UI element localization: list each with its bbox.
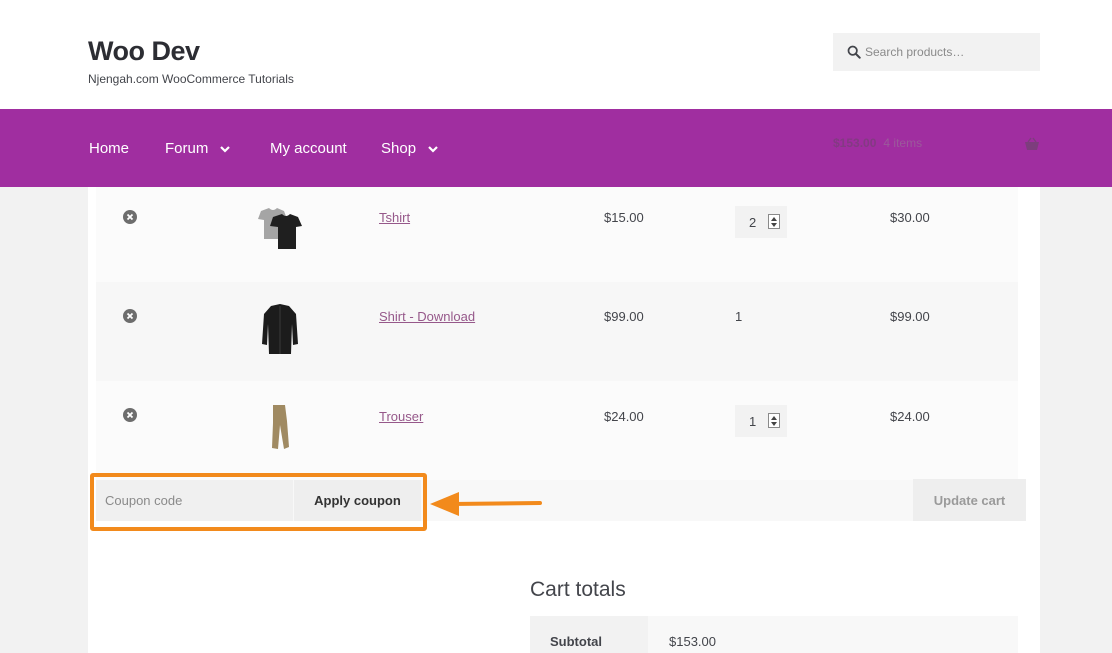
product-price: $15.00	[604, 210, 644, 225]
nav-item-label: Forum	[165, 140, 209, 157]
mini-cart-count: 4 items	[883, 136, 923, 150]
remove-item-icon[interactable]	[123, 309, 137, 323]
remove-item-icon[interactable]	[123, 408, 137, 422]
cart-totals-heading: Cart totals	[530, 578, 626, 601]
site-title[interactable]: Woo Dev	[88, 36, 200, 67]
basket-icon[interactable]	[1024, 137, 1040, 151]
remove-item-icon[interactable]	[123, 210, 137, 224]
nav-item-label: My account	[270, 140, 347, 157]
nav-item-home[interactable]: Home	[89, 140, 129, 157]
mini-cart-amount: $153.00	[833, 136, 877, 150]
quantity-spin-icon[interactable]	[768, 214, 780, 229]
primary-navigation: Home Forum My account Shop $153.00 4 ite…	[0, 109, 1112, 187]
trouser-thumbnail[interactable]	[251, 401, 309, 459]
product-link[interactable]: Tshirt	[379, 210, 410, 225]
mini-cart[interactable]: $153.00 4 items	[833, 136, 922, 150]
nav-item-label: Home	[89, 140, 130, 157]
quantity-value: 1	[735, 309, 743, 324]
cart-item-row: Tshirt $15.00 2 $30.00	[96, 187, 1018, 286]
nav-item-my-account[interactable]: My account	[270, 140, 347, 157]
subtotal-value: $153.00	[669, 634, 716, 649]
update-cart-label: Update cart	[933, 493, 1006, 508]
shirt-thumbnail[interactable]	[251, 302, 309, 360]
product-price: $99.00	[604, 309, 644, 324]
site-description: Njengah.com WooCommerce Tutorials	[88, 72, 294, 86]
cart-content: Tshirt $15.00 2 $30.00 Shirt - Download …	[88, 187, 1040, 653]
quantity-stepper[interactable]: 2	[735, 206, 787, 238]
cart-item-row: Trouser $24.00 1 $24.00	[96, 381, 1018, 480]
chevron-down-icon[interactable]	[220, 144, 231, 154]
search-input[interactable]: Search products…	[833, 33, 1040, 71]
quantity-stepper[interactable]: 1	[735, 405, 787, 437]
update-cart-button[interactable]: Update cart	[913, 479, 1026, 521]
nav-item-forum[interactable]: Forum	[165, 140, 231, 157]
product-price: $24.00	[604, 409, 644, 424]
annotation-arrow-icon	[430, 492, 542, 516]
quantity-value: 2	[749, 215, 757, 230]
product-link[interactable]: Trouser	[379, 409, 423, 424]
subtotal-label: Subtotal	[550, 634, 602, 649]
nav-item-shop[interactable]: Shop	[381, 140, 438, 157]
totals-row: Subtotal $153.00	[530, 616, 1018, 653]
search-placeholder: Search products…	[865, 45, 965, 59]
product-link[interactable]: Shirt - Download	[379, 309, 475, 324]
nav-item-label: Shop	[381, 140, 417, 157]
quantity-spin-icon[interactable]	[768, 413, 780, 428]
site-header: Woo Dev Njengah.com WooCommerce Tutorial…	[0, 0, 1112, 109]
product-subtotal: $99.00	[890, 309, 930, 324]
chevron-down-icon[interactable]	[428, 144, 438, 154]
search-icon	[847, 45, 861, 59]
totals-label-cell: Subtotal	[530, 616, 648, 653]
product-subtotal: $24.00	[890, 409, 930, 424]
tshirt-thumbnail[interactable]	[251, 201, 309, 259]
cart-item-row: Shirt - Download $99.00 1 $99.00	[96, 282, 1018, 381]
annotation-highlight-box	[90, 473, 427, 531]
product-subtotal: $30.00	[890, 210, 930, 225]
quantity-value: 1	[749, 414, 757, 429]
